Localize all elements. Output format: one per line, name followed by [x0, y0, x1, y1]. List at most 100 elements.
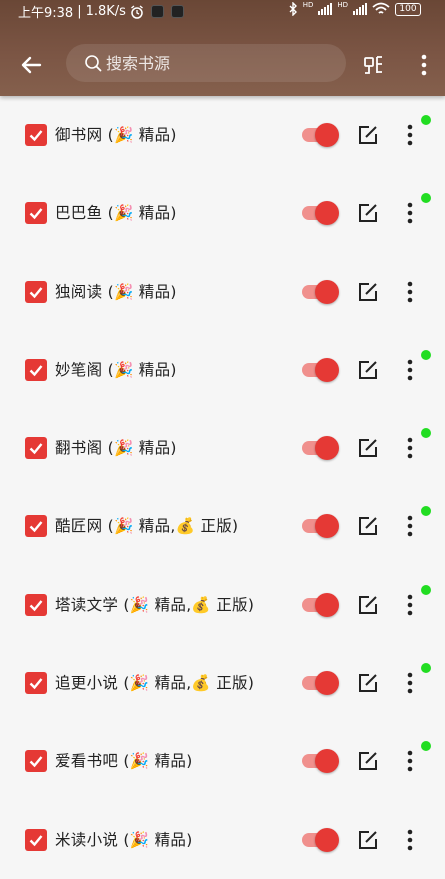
book-source-list: 御书网 (🎉 精品) 巴巴鱼 (🎉 精品) 独阅读 (🎉 精品) 妙笔阁 (🎉 …: [0, 96, 445, 879]
edit-icon[interactable]: [357, 750, 379, 772]
check-icon: [29, 678, 43, 690]
source-enable-switch[interactable]: [300, 592, 340, 617]
bluetooth-icon: [289, 2, 297, 16]
more-vert-icon[interactable]: [400, 279, 420, 305]
source-enable-switch[interactable]: [300, 201, 340, 226]
source-checkbox[interactable]: [25, 515, 47, 538]
source-enable-switch[interactable]: [300, 514, 340, 539]
notification-app-icon: [150, 5, 164, 18]
source-checkbox[interactable]: [25, 593, 47, 616]
back-arrow-icon[interactable]: [16, 50, 46, 80]
online-status-dot: [421, 506, 431, 517]
source-row[interactable]: 塔读文学 (🎉 精品,💰 正版): [0, 566, 445, 644]
check-icon: [29, 600, 43, 612]
source-enable-switch[interactable]: [300, 279, 340, 304]
status-speed: 1.8K/s: [85, 4, 126, 19]
online-status-dot: [421, 584, 431, 595]
edit-icon[interactable]: [357, 124, 379, 146]
wifi-icon: [372, 2, 390, 14]
signal-icon-2: [353, 3, 367, 15]
source-row[interactable]: 米读小说 (🎉 精品): [0, 801, 445, 879]
source-name: 独阅读 (🎉 精品): [55, 282, 177, 301]
more-vert-icon[interactable]: [400, 513, 420, 539]
signal-hd-label-2: HD: [337, 1, 348, 9]
online-status-dot: [421, 428, 431, 439]
source-checkbox[interactable]: [25, 358, 47, 381]
source-checkbox[interactable]: [25, 280, 47, 303]
more-vert-icon[interactable]: [400, 122, 420, 148]
online-status-dot: [421, 193, 431, 204]
app-header: 上午9:38 | 1.8K/s HD HD 100 搜索书源: [0, 0, 445, 96]
source-name: 妙笔阁 (🎉 精品): [55, 360, 177, 379]
source-checkbox[interactable]: [25, 672, 47, 695]
edit-icon[interactable]: [357, 672, 379, 694]
source-name: 追更小说 (🎉 精品,💰 正版): [55, 674, 255, 693]
check-icon: [29, 365, 43, 377]
edit-icon[interactable]: [357, 829, 379, 851]
source-checkbox[interactable]: [25, 124, 47, 146]
source-row[interactable]: 爱看书吧 (🎉 精品): [0, 722, 445, 800]
more-vert-icon[interactable]: [400, 748, 420, 774]
online-status-dot: [421, 663, 431, 674]
source-row[interactable]: 独阅读 (🎉 精品): [0, 253, 445, 331]
edit-icon[interactable]: [357, 437, 379, 459]
status-right: HD HD 100: [288, 2, 421, 16]
search-box[interactable]: [66, 44, 346, 82]
notification-app-icon-2: [170, 5, 184, 18]
online-status-dot: [421, 115, 431, 125]
source-name: 米读小说 (🎉 精品): [55, 830, 193, 849]
source-row[interactable]: 酷匠网 (🎉 精品,💰 正版): [0, 487, 445, 565]
check-icon: [29, 834, 43, 846]
search-input[interactable]: [106, 44, 326, 82]
source-row[interactable]: 妙笔阁 (🎉 精品): [0, 331, 445, 409]
battery-icon: 100: [395, 2, 421, 16]
source-checkbox[interactable]: [25, 828, 47, 851]
source-name: 爱看书吧 (🎉 精品): [55, 752, 193, 771]
source-row[interactable]: 御书网 (🎉 精品): [0, 96, 445, 174]
status-left: 上午9:38 | 1.8K/s: [18, 2, 184, 21]
source-enable-switch[interactable]: [300, 123, 340, 147]
check-icon: [29, 208, 43, 220]
source-enable-switch[interactable]: [300, 749, 340, 774]
signal-hd-label-1: HD: [302, 1, 314, 9]
check-icon: [29, 443, 43, 455]
edit-icon[interactable]: [357, 515, 379, 537]
more-vert-icon[interactable]: [400, 592, 420, 618]
online-status-dot: [421, 741, 431, 752]
online-status-dot: [421, 349, 431, 360]
status-bar: 上午9:38 | 1.8K/s HD HD 100: [0, 0, 445, 22]
source-checkbox[interactable]: [25, 202, 47, 225]
edit-icon[interactable]: [357, 202, 379, 224]
more-vert-icon[interactable]: [400, 357, 420, 383]
more-vert-icon[interactable]: [400, 435, 420, 461]
toolbar: [0, 36, 445, 92]
check-icon: [29, 756, 43, 768]
group-icon[interactable]: [362, 52, 388, 78]
source-row[interactable]: 巴巴鱼 (🎉 精品): [0, 174, 445, 252]
edit-icon[interactable]: [357, 359, 379, 381]
status-separator: |: [77, 4, 82, 19]
source-name: 翻书阁 (🎉 精品): [55, 439, 177, 458]
more-vert-icon[interactable]: [412, 50, 436, 80]
source-checkbox[interactable]: [25, 437, 47, 460]
source-name: 塔读文学 (🎉 精品,💰 正版): [55, 595, 255, 614]
edit-icon[interactable]: [357, 594, 379, 616]
edit-icon[interactable]: [357, 281, 379, 303]
search-icon: [85, 55, 102, 72]
check-icon: [29, 521, 43, 533]
source-enable-switch[interactable]: [300, 827, 340, 852]
source-name: 巴巴鱼 (🎉 精品): [55, 204, 177, 223]
check-icon: [29, 286, 43, 298]
source-checkbox[interactable]: [25, 750, 47, 773]
source-enable-switch[interactable]: [300, 357, 340, 382]
source-name: 酷匠网 (🎉 精品,💰 正版): [55, 517, 239, 536]
more-vert-icon[interactable]: [400, 827, 420, 853]
more-vert-icon[interactable]: [400, 200, 420, 226]
source-row[interactable]: 翻书阁 (🎉 精品): [0, 409, 445, 487]
signal-icon-1: [318, 3, 333, 15]
status-time: 上午9:38: [18, 6, 74, 21]
source-enable-switch[interactable]: [300, 671, 340, 696]
more-vert-icon[interactable]: [400, 670, 420, 696]
source-row[interactable]: 追更小说 (🎉 精品,💰 正版): [0, 644, 445, 722]
source-enable-switch[interactable]: [300, 436, 340, 461]
